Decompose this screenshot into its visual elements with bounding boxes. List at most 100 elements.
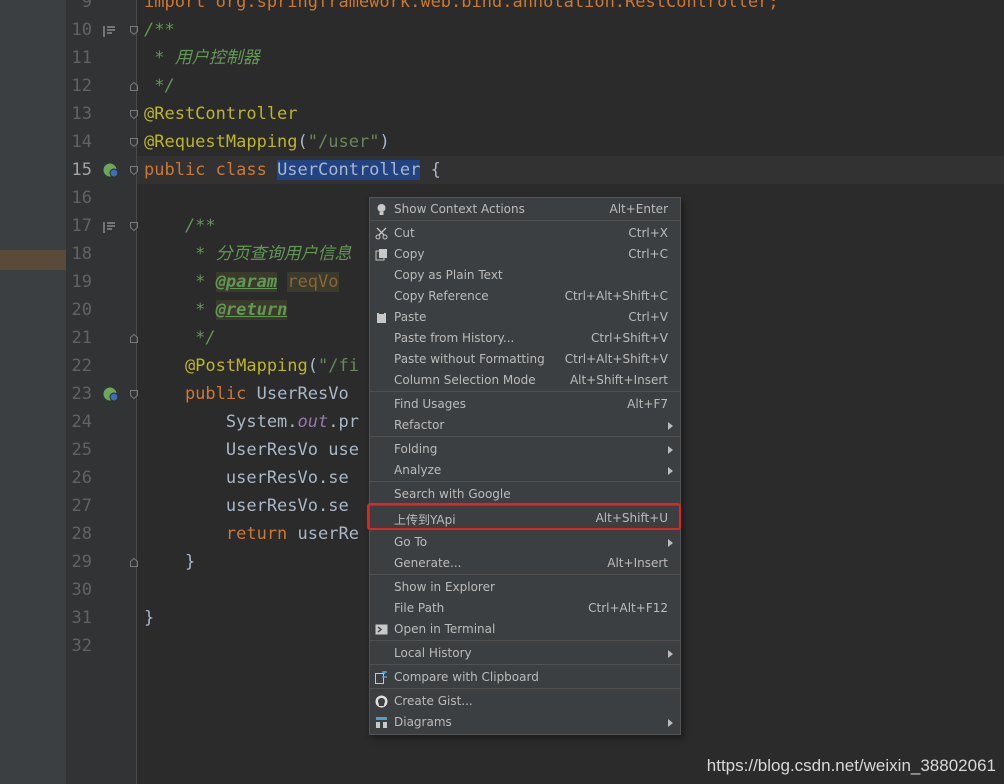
code-line[interactable]: 10 /** — [0, 16, 1004, 44]
menu-item-find-usages[interactable]: Find Usages Alt+F7 — [370, 394, 680, 415]
code-line[interactable]: 13 @RestController — [0, 100, 1004, 128]
compare-icon — [375, 670, 388, 684]
menu-item-refactor[interactable]: Refactor — [370, 415, 680, 436]
fold-marker-icon[interactable] — [130, 222, 138, 232]
code-text: import org.springframework.web.bind.anno… — [144, 0, 779, 16]
code-token: public class — [144, 160, 278, 180]
spring-bean-icon[interactable] — [103, 386, 119, 402]
code-token: ( — [297, 132, 308, 152]
menu-separator — [370, 664, 680, 665]
menu-item-label: Refactor — [394, 418, 445, 432]
menu-item-label: Show Context Actions — [394, 202, 525, 216]
menu-item-paste[interactable]: Paste Ctrl+V — [370, 307, 680, 328]
fold-marker-icon[interactable] — [130, 334, 138, 343]
menu-item-show-context-actions[interactable]: Show Context Actions Alt+Enter — [370, 199, 680, 220]
code-token: ( — [307, 356, 319, 376]
menu-item-generate[interactable]: Generate... Alt+Insert — [370, 553, 680, 574]
menu-item-folding[interactable]: Folding — [370, 439, 680, 460]
menu-item-analyze[interactable]: Analyze — [370, 460, 680, 481]
line-number: 12 — [71, 76, 92, 96]
fold-marker-icon[interactable] — [130, 110, 138, 120]
menu-item-shortcut: Ctrl+Shift+V — [591, 331, 668, 345]
line-number: 14 — [71, 132, 92, 152]
menu-item-show-in-explorer[interactable]: Show in Explorer — [370, 577, 680, 598]
submenu-arrow-icon — [668, 467, 673, 475]
github-icon — [375, 695, 388, 708]
menu-item-shortcut: Ctrl+C — [628, 247, 668, 261]
line-number: 20 — [71, 300, 92, 320]
menu-item-label: Analyze — [394, 463, 442, 477]
line-number: 16 — [71, 188, 92, 208]
menu-item-label: File Path — [394, 601, 445, 615]
code-text: * 用户控制器 — [144, 44, 259, 72]
menu-item-open-in-terminal[interactable]: Open in Terminal — [370, 619, 680, 640]
fold-marker-icon[interactable] — [130, 26, 138, 36]
menu-separator — [370, 688, 680, 689]
menu-item-label: Open in Terminal — [394, 622, 496, 636]
fold-marker-icon[interactable] — [130, 558, 138, 567]
fold-marker-icon[interactable] — [130, 166, 138, 176]
menu-item-copy[interactable]: Copy Ctrl+C — [370, 244, 680, 265]
menu-item-label: Compare with Clipboard — [394, 670, 539, 684]
context-menu: Show Context Actions Alt+Enter Cut Ctrl+X Co… — [369, 197, 681, 735]
menu-item-copy-as-plain-text[interactable]: Copy as Plain Text — [370, 265, 680, 286]
submenu-arrow-icon — [668, 422, 673, 430]
code-token: * — [144, 300, 216, 320]
line-number: 25 — [71, 440, 92, 460]
doc-render-icon[interactable] — [103, 219, 116, 233]
line-number: 24 — [71, 412, 92, 432]
code-token: public — [144, 384, 257, 404]
menu-item-paste-from-history[interactable]: Paste from History... Ctrl+Shift+V — [370, 328, 680, 349]
menu-item-cut[interactable]: Cut Ctrl+X — [370, 223, 680, 244]
menu-item-shortcut: Ctrl+Alt+Shift+C — [564, 289, 668, 303]
terminal-icon — [375, 623, 388, 636]
spring-bean-icon[interactable] — [103, 162, 119, 178]
menu-item-diagrams[interactable]: Diagrams — [370, 712, 680, 733]
menu-item-local-history[interactable]: Local History — [370, 643, 680, 664]
menu-item-go-to[interactable]: Go To — [370, 532, 680, 553]
menu-item-search-with-google[interactable]: Search with Google — [370, 484, 680, 505]
code-text: /** — [144, 212, 216, 240]
code-line[interactable]: 11 * 用户控制器 — [0, 44, 1004, 72]
code-text: } — [144, 548, 195, 576]
code-line[interactable]: 9 import org.springframework.web.bind.ann… — [0, 0, 1004, 16]
menu-item-label: Column Selection Mode — [394, 373, 536, 387]
code-token: import org.springframework.web.bind.anno… — [144, 0, 779, 12]
diagram-icon — [375, 716, 388, 729]
menu-item-copy-reference[interactable]: Copy Reference Ctrl+Alt+Shift+C — [370, 286, 680, 307]
menu-item-label: Local History — [394, 646, 472, 660]
menu-item-label: Copy as Plain Text — [394, 268, 503, 282]
code-token: /** — [144, 216, 216, 236]
line-number: 28 — [71, 524, 92, 544]
line-number: 15 — [71, 160, 92, 180]
code-text: public class UserController { — [144, 156, 441, 184]
code-text: /** — [144, 16, 175, 44]
menu-item-label: Copy Reference — [394, 289, 489, 303]
fold-marker-icon[interactable] — [130, 138, 138, 148]
code-token: userResVo.se — [144, 496, 349, 516]
menu-item-label: Show in Explorer — [394, 580, 495, 594]
doc-render-icon[interactable] — [103, 23, 116, 37]
menu-item-label: Paste from History... — [394, 331, 515, 345]
code-token: @return — [215, 300, 288, 320]
bulb-icon — [375, 203, 388, 216]
menu-item-label: Create Gist... — [394, 694, 473, 708]
menu-item-column-selection-mode[interactable]: Column Selection Mode Alt+Shift+Insert — [370, 370, 680, 391]
submenu-arrow-icon — [668, 539, 673, 547]
code-line[interactable]: 14 @RequestMapping("/user") — [0, 128, 1004, 156]
line-number: 30 — [71, 580, 92, 600]
code-text: * @return — [144, 296, 288, 324]
menu-item-create-gist[interactable]: Create Gist... — [370, 691, 680, 712]
menu-item-paste-without-formatting[interactable]: Paste without Formatting Ctrl+Alt+Shift+V — [370, 349, 680, 370]
clipboard-icon — [375, 311, 388, 324]
code-line[interactable]: 15 public class UserController { — [0, 156, 1004, 184]
menu-item-file-path[interactable]: File Path Ctrl+Alt+F12 — [370, 598, 680, 619]
fold-marker-icon[interactable] — [130, 82, 138, 91]
code-token: * 分页查询用户信息 — [144, 244, 352, 264]
code-token: @param — [215, 272, 278, 292]
code-text: @RequestMapping("/user") — [144, 128, 390, 156]
code-line[interactable]: 12 */ — [0, 72, 1004, 100]
menu-item-compare-with-clipboard[interactable]: Compare with Clipboard — [370, 667, 680, 688]
fold-marker-icon[interactable] — [130, 390, 138, 400]
